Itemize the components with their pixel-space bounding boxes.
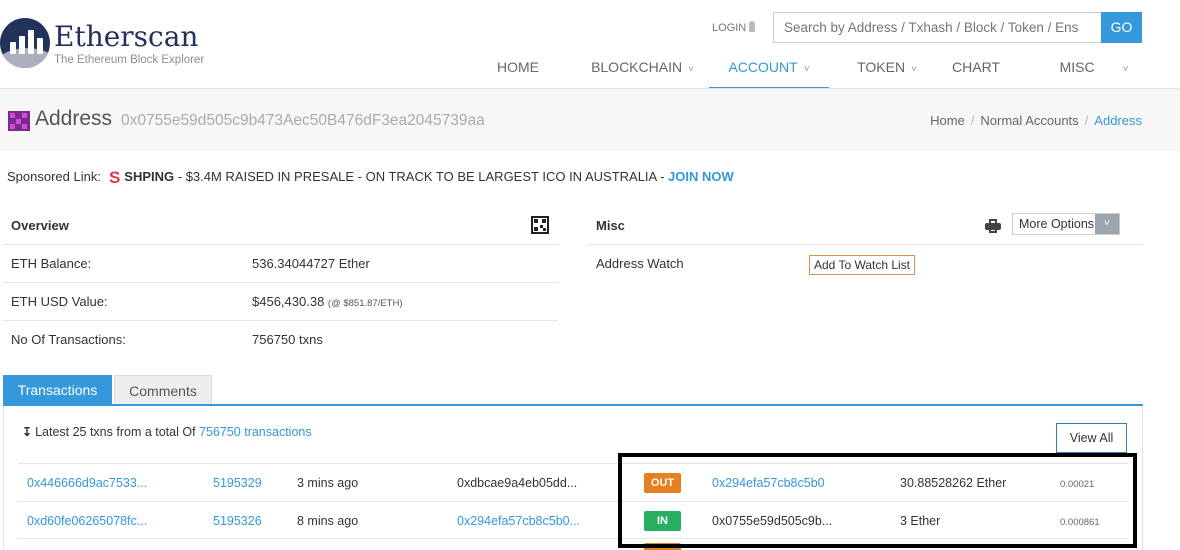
tx-hash-link[interactable]: 0x446666d9ac7533... <box>27 476 147 490</box>
logo-mark-icon <box>0 18 50 68</box>
eth-usd-amount: $456,430.38 <box>252 294 325 309</box>
tx-age: 8 mins ago <box>297 514 359 528</box>
table-row: 0xd60fe06265078fc... 5195326 8 mins ago … <box>18 501 1128 539</box>
address-watch-label: Address Watch <box>596 256 684 271</box>
address-header: Address 0x0755e59d505c9b473Aec50B476dF3e… <box>0 88 1180 150</box>
more-options-dropdown[interactable]: More Options ˅ <box>1012 213 1120 235</box>
nav-token[interactable]: TOKEN ˅ <box>837 50 937 89</box>
eth-usd-label: ETH USD Value: <box>11 294 108 309</box>
nav-blockchain-label: BLOCKCHAIN <box>591 59 683 75</box>
divider <box>3 244 558 245</box>
add-to-watch-list-button[interactable]: Add To Watch List <box>809 255 915 275</box>
breadcrumb: Home / Normal Accounts / Address <box>930 113 1142 128</box>
tx-to-link[interactable]: 0x294efa57cb8c5b0 <box>712 476 825 490</box>
divider <box>3 282 558 283</box>
login-link[interactable]: LOGIN <box>712 21 756 34</box>
chevron-down-icon: ˅ <box>688 64 694 75</box>
logo-title: Etherscan <box>54 20 199 53</box>
sponsored-prefix: Sponsored Link: <box>7 169 101 184</box>
logo-subtitle: The Ethereum Block Explorer <box>54 54 205 66</box>
tab-transactions[interactable]: Transactions <box>3 375 112 406</box>
nav-home[interactable]: HOME <box>470 50 566 89</box>
total-transactions-link[interactable]: 756750 transactions <box>199 425 312 439</box>
nav-account-label: ACCOUNT <box>728 59 798 75</box>
breadcrumb-separator: / <box>970 113 975 128</box>
overview-title: Overview <box>11 218 69 233</box>
eth-balance-value: 536.34044727 Ether <box>252 256 370 271</box>
transactions-summary: ↧ Latest 25 txns from a total Of 756750 t… <box>22 425 312 439</box>
nav-blockchain[interactable]: BLOCKCHAIN ˅ <box>575 50 710 89</box>
summary-prefix: Latest 25 txns from a total Of <box>35 425 200 439</box>
direction-badge-out <box>644 543 681 550</box>
login-label: LOGIN <box>712 22 747 34</box>
address-identicon-icon <box>8 111 30 131</box>
misc-title: Misc <box>596 218 625 233</box>
chevron-down-icon: ˅ <box>1122 64 1129 75</box>
breadcrumb-normal-accounts[interactable]: Normal Accounts <box>980 113 1078 128</box>
tx-age: 3 mins ago <box>297 476 359 490</box>
nav-chart-label: CHART <box>952 59 1000 75</box>
chevron-down-icon: ˅ <box>911 64 917 75</box>
tx-to: 0x0755e59d505c9b... <box>712 514 833 528</box>
page-title: Address <box>35 107 113 130</box>
direction-badge-out: OUT <box>644 473 681 493</box>
nav-account[interactable]: ACCOUNT ˅ <box>709 50 829 89</box>
block-link[interactable]: 5195329 <box>213 476 262 490</box>
tx-value: 3 Ether <box>900 514 941 528</box>
chevron-down-icon: ˅ <box>803 64 810 75</box>
join-now-link[interactable]: JOIN NOW <box>668 169 734 184</box>
eth-balance-label: ETH Balance: <box>11 256 92 271</box>
nav-chart[interactable]: CHART <box>936 50 1016 89</box>
eth-price-note: (@ $851.87/ETH) <box>327 298 403 309</box>
tab-comments[interactable]: Comments <box>114 375 212 406</box>
direction-badge-in: IN <box>644 511 681 531</box>
view-all-button[interactable]: View All <box>1056 423 1127 453</box>
tx-from-link[interactable]: 0x294efa57cb8c5b0... <box>457 514 580 528</box>
block-link[interactable]: 5195326 <box>213 514 262 528</box>
printer-icon[interactable] <box>985 219 1001 233</box>
user-icon <box>749 21 756 32</box>
more-options-label: More Options <box>1019 217 1095 231</box>
nav-token-label: TOKEN <box>857 59 906 75</box>
divider <box>3 320 558 321</box>
tx-fee: 0.00021 <box>1060 479 1095 490</box>
breadcrumb-home[interactable]: Home <box>930 113 965 128</box>
nav-home-label: HOME <box>497 59 539 75</box>
tx-fee: 0.000861 <box>1060 517 1100 528</box>
breadcrumb-current: Address <box>1094 113 1142 128</box>
tx-from: 0xdbcae9a4eb05dd... <box>457 476 578 490</box>
tx-hash-link[interactable]: 0xd60fe06265078fc... <box>27 514 147 528</box>
address-hash: 0x0755e59d505c9b473Aec50B476dF3ea2045739… <box>121 112 485 129</box>
nav-misc[interactable]: MISC ˅ <box>1044 50 1144 89</box>
eth-usd-value: $456,430.38 (@ $851.87/ETH) <box>252 294 403 309</box>
table-row: 0x446666d9ac7533... 5195329 3 mins ago 0… <box>18 463 1128 501</box>
sort-desc-icon: ↧ <box>22 425 33 439</box>
shping-logo-icon[interactable]: S <box>109 168 120 188</box>
qr-code-icon[interactable] <box>531 216 549 234</box>
tx-value: 30.88528262 Ether <box>900 476 1007 490</box>
sponsored-text: - $3.4M RAISED IN PRESALE - ON TRACK TO … <box>174 169 669 184</box>
breadcrumb-separator: / <box>1084 113 1089 128</box>
tx-count-value: 756750 txns <box>252 332 323 347</box>
nav-misc-label: MISC <box>1059 59 1095 75</box>
search-go-button[interactable]: GO <box>1101 12 1142 43</box>
chevron-down-icon: ˅ <box>1095 214 1119 234</box>
search-input[interactable] <box>773 12 1102 43</box>
tx-count-label: No Of Transactions: <box>11 332 126 347</box>
etherscan-logo[interactable]: Etherscan The Ethereum Block Explorer <box>0 14 210 74</box>
sponsored-link: Sponsored Link: S SHPING - $3.4M RAISED IN… <box>7 168 734 188</box>
sponsored-brand[interactable]: SHPING <box>124 169 174 184</box>
divider <box>588 244 1142 245</box>
